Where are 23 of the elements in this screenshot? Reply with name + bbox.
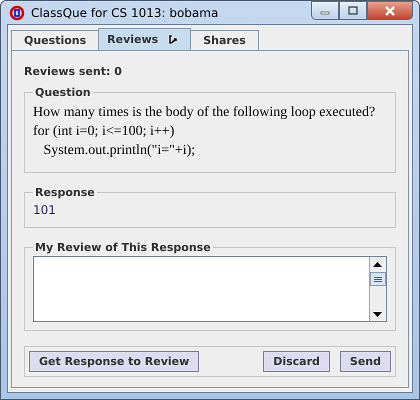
scroll-thumb[interactable]: [370, 272, 386, 286]
close-icon: [384, 6, 396, 16]
maximize-button[interactable]: [339, 1, 367, 20]
question-text: System.out.println("i="+i);: [42, 142, 196, 160]
maximize-icon: [348, 6, 358, 15]
action-button[interactable]: Send: [340, 351, 391, 372]
tab[interactable]: Shares: [190, 30, 259, 50]
group-title: Response: [34, 186, 96, 199]
response-text: 101: [33, 202, 57, 219]
question-text: for (int i=0; i<=100; i++): [33, 123, 176, 141]
action-button[interactable]: Discard: [263, 351, 330, 372]
question-text: How many times is the body of the following loop executed?: [33, 104, 376, 122]
group-title: My Review of This Response: [34, 241, 212, 254]
pointer-icon: [168, 34, 178, 45]
action-button[interactable]: Get Response to Review: [29, 351, 200, 372]
close-button[interactable]: [367, 1, 413, 20]
minimize-button[interactable]: [311, 1, 339, 20]
reviews-sent-label: Reviews sent: 0: [24, 65, 123, 78]
tab[interactable]: Questions: [11, 30, 100, 50]
window-title: ClassQue for CS 1013: bobama: [31, 6, 220, 20]
tab[interactable]: Reviews: [98, 28, 192, 50]
app-logo-icon: [9, 4, 25, 20]
group-title: Question: [34, 86, 92, 99]
